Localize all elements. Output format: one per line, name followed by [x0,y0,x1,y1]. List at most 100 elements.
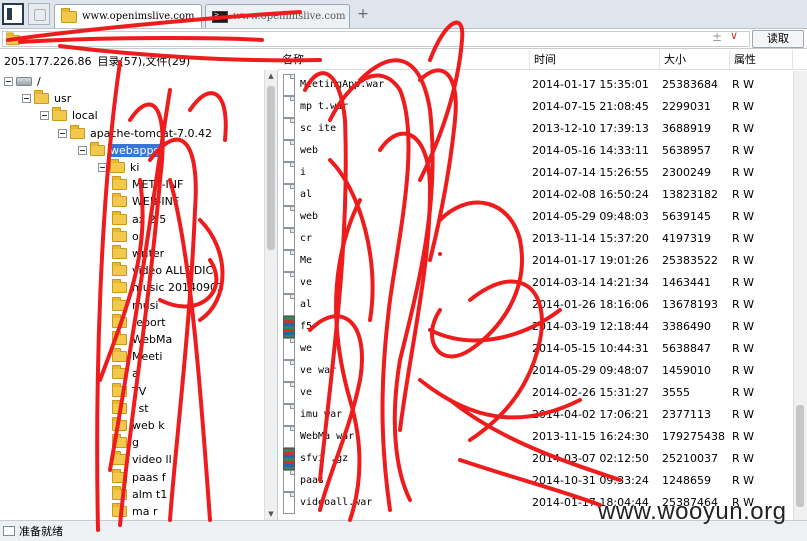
add-tab-button[interactable]: + [356,6,370,22]
file-icon [283,294,295,316]
file-row[interactable]: Me 2014-01-17 19:01:26 25383522 R W [278,250,793,272]
collapse-toggle[interactable] [22,94,31,104]
file-attr: R W [732,210,755,223]
tree-node[interactable]: ki [98,159,141,176]
collapse-toggle[interactable] [98,163,107,172]
file-size: 3555 [662,386,690,399]
file-row[interactable]: web 2014-05-29 09:48:03 5639145 R W [278,206,793,228]
tree-node[interactable]: paas f [112,468,168,486]
tree-node[interactable]: apache-tomcat-7.0.42 [58,124,214,142]
scroll-thumb[interactable] [267,86,275,250]
file-row[interactable]: WebMa war 2013-11-15 16:24:30 179275438 R W [278,426,793,448]
scroll-thumb[interactable] [796,405,804,507]
folder-icon [112,417,127,431]
directory-tree: / usr local apache-tomcat-7.0.42 webapps ki ME… [0,70,278,520]
tree-node[interactable]: i st [112,399,151,417]
add-bookmark-button[interactable]: ± [712,30,722,44]
tree-node[interactable]: local [40,107,100,124]
file-row[interactable]: ve war 2014-05-29 09:48:07 1459010 R W [278,360,793,382]
tree-node-label: Meeti [132,350,163,364]
tree-node-label: web k [132,419,165,432]
item-counts: 目录(57),文件(29) [97,55,191,68]
tree-node-label: usr [54,92,72,106]
tree-node[interactable]: report [112,313,168,331]
file-size: 13823182 [662,188,718,201]
file-row[interactable]: f5 2014-03-19 12:18:44 3386490 R W [278,316,793,338]
tree-node[interactable]: WEB-INF [112,193,181,210]
tree-node[interactable]: webapps [78,141,162,159]
file-icon [283,96,295,118]
file-scrollbar[interactable] [793,71,807,520]
file-name: web [300,145,319,156]
tree-node[interactable]: g [112,434,141,451]
panel-toggle-button[interactable] [2,3,24,25]
scroll-up-arrow[interactable]: ▲ [265,70,277,82]
file-row[interactable]: web 2014-05-16 14:33:11 5638957 R W [278,140,793,162]
tree-node[interactable]: video ALLDDIC [112,262,215,279]
collapse-toggle[interactable] [4,77,13,86]
file-time: 2014-05-16 14:33:11 [532,144,649,157]
tree-node-label: apache-tomcat-7.0.42 [90,126,213,140]
collapse-toggle[interactable] [40,111,49,121]
collapse-toggle[interactable] [58,128,67,138]
file-attr: R W [732,452,755,465]
path-input[interactable] [2,31,750,47]
file-row[interactable]: i 2014-07-14 15:26:55 2300249 R W [278,162,793,184]
tab-terminal[interactable]: www.openimslive.com [205,4,350,28]
folder-icon [112,176,127,191]
file-name: we [300,343,313,354]
chevron-down-icon[interactable]: ∨ [730,29,738,42]
file-row[interactable]: al 2014-02-08 16:50:24 13823182 R W [278,184,793,206]
folder-icon [112,399,127,414]
file-icon [283,470,295,492]
file-row[interactable]: ve 2014-02-26 15:31:27 3555 R W [278,382,793,404]
tree-node[interactable]: TV [112,382,148,400]
tree-node[interactable]: META-INF [112,176,185,193]
tree-node[interactable]: a [112,365,141,382]
file-row[interactable]: mp t.war 2014-07-15 21:08:45 2299031 R W [278,96,793,118]
tree-node-label: WEB-INF [132,195,180,209]
tree-node[interactable]: usr [22,90,73,107]
tree-node[interactable]: / [4,73,43,90]
tree-node[interactable]: video ll [112,451,174,468]
file-time: 2014-02-08 16:50:24 [532,188,649,201]
file-attr: R W [732,232,755,245]
folder-icon [110,159,125,173]
file-row[interactable]: cr 2013-11-14 15:37:20 4197319 R W [278,228,793,250]
tree-node[interactable]: web k [112,417,167,434]
file-row[interactable]: we 2014-05-15 10:44:31 5638847 R W [278,338,793,360]
file-row[interactable]: ve 2014-03-14 14:21:34 1463441 R W [278,272,793,294]
column-name[interactable]: 名称 [278,50,530,70]
file-name: al [300,189,313,200]
read-button[interactable]: 读取 [752,30,804,48]
tree-node[interactable]: musi [112,296,160,314]
tree-node[interactable]: ax 2.5 [112,210,168,228]
column-size[interactable]: 大小 [660,50,730,70]
tree-node[interactable]: or [112,227,145,245]
folder-icon [61,7,77,23]
file-row[interactable]: sfvi .gz 2014-03-07 02:12:50 25210037 R W [278,448,793,470]
file-row[interactable]: MeetingApp.war 2014-01-17 15:35:01 2538368… [278,74,793,96]
tree-node[interactable]: ma r [112,503,159,520]
tree-node[interactable]: WebMa [112,331,174,348]
scroll-down-arrow[interactable]: ▼ [265,508,277,520]
collapse-toggle[interactable] [78,145,87,155]
tab-file-manager[interactable]: www.openimslive.com [54,4,202,28]
folder-icon [70,124,85,139]
file-size: 13678193 [662,298,718,311]
file-row[interactable]: paas 2014-10-31 09:33:24 1248659 R W [278,470,793,492]
file-row[interactable]: imu war 2014-04-02 17:06:21 2377113 R W [278,404,793,426]
tree-node[interactable]: writer [112,245,166,262]
tree-scrollbar[interactable]: ▲ ▼ [264,70,277,520]
tree-node[interactable]: alm t1 [112,485,169,503]
folder-icon [112,382,127,397]
tree-node[interactable]: music 20140903 [112,279,226,296]
file-row[interactable]: al 2014-01-26 18:16:06 13678193 R W [278,294,793,316]
tree-node[interactable]: Meeti [112,348,164,365]
column-time[interactable]: 时间 [530,50,660,70]
file-attr: R W [732,100,755,113]
file-size: 1248659 [662,474,711,487]
file-row[interactable]: sc ite 2013-12-10 17:39:13 3688919 R W [278,118,793,140]
new-window-button[interactable] [28,3,50,25]
column-attr[interactable]: 属性 [730,50,793,70]
